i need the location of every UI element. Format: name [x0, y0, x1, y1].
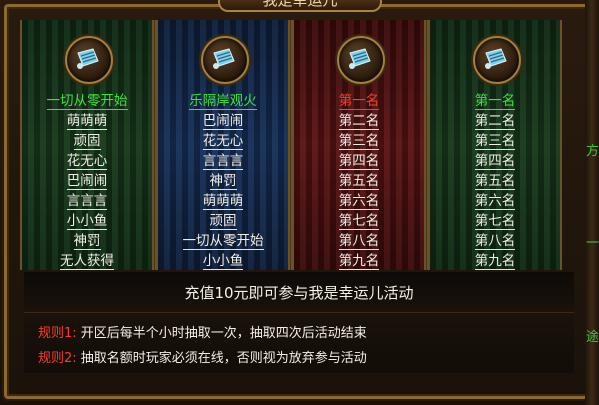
scroll-medal-icon: [337, 36, 385, 84]
rule-label: 规则1:: [38, 326, 77, 341]
list-item[interactable]: 第三名: [430, 132, 560, 152]
list-item[interactable]: 第一名: [294, 92, 424, 112]
list-item[interactable]: 第六名: [430, 192, 560, 212]
list-item[interactable]: 一切从零开始: [158, 232, 288, 252]
list-item[interactable]: 小小鱼: [22, 212, 152, 232]
name-list: 乐隔岸观火 巴闹闹 花无心 言言言 神罚 萌萌萌 顽固 一切从零开始 小小鱼: [158, 92, 288, 272]
list-item[interactable]: 第七名: [294, 212, 424, 232]
lucky-draw-window: 我是幸运儿 方 一 途 一切从零开始 萌萌萌 顽固 花无心 巴闹闹 言言言 小小…: [0, 0, 599, 405]
rules-panel: 规则1: 开区后每半个小时抽取一次，抽取四次后活动结束 规则2: 抽取名额时玩家…: [24, 312, 574, 373]
list-item[interactable]: 无人获得: [22, 252, 152, 272]
rank-list: 第一名 第二名 第三名 第四名 第五名 第六名 第七名 第八名 第九名: [430, 92, 560, 272]
list-item[interactable]: 花无心: [158, 132, 288, 152]
column-1: 一切从零开始 萌萌萌 顽固 花无心 巴闹闹 言言言 小小鱼 神罚 无人获得: [20, 20, 154, 270]
list-item[interactable]: 第二名: [294, 112, 424, 132]
scroll-medal-icon: [473, 36, 521, 84]
list-item[interactable]: 花无心: [22, 152, 152, 172]
list-item[interactable]: 第四名: [294, 152, 424, 172]
column-2: 乐隔岸观火 巴闹闹 花无心 言言言 神罚 萌萌萌 顽固 一切从零开始 小小鱼: [156, 20, 290, 270]
list-item[interactable]: 第一名: [430, 92, 560, 112]
list-item[interactable]: 第八名: [294, 232, 424, 252]
list-item[interactable]: 第三名: [294, 132, 424, 152]
list-item[interactable]: 巴闹闹: [158, 112, 288, 132]
list-item[interactable]: 言言言: [158, 152, 288, 172]
rule-2: 规则2: 抽取名额时玩家必须在线，否则视为放弃参与活动: [38, 347, 367, 366]
column-4: 第一名 第二名 第三名 第四名 第五名 第六名 第七名 第八名 第九名: [428, 20, 562, 270]
rule-1: 规则1: 开区后每半个小时抽取一次，抽取四次后活动结束: [38, 322, 367, 341]
list-item[interactable]: 第五名: [294, 172, 424, 192]
scroll-medal-icon: [65, 36, 113, 84]
list-item[interactable]: 言言言: [22, 192, 152, 212]
list-item[interactable]: 第四名: [430, 152, 560, 172]
list-item[interactable]: 巴闹闹: [22, 172, 152, 192]
list-item[interactable]: 第七名: [430, 212, 560, 232]
list-item[interactable]: 第九名: [430, 252, 560, 272]
scroll-medal-icon: [201, 36, 249, 84]
edge-text-fragment: 方: [586, 144, 599, 159]
list-item[interactable]: 顽固: [158, 212, 288, 232]
rule-label: 规则2:: [38, 351, 77, 366]
list-item[interactable]: 第五名: [430, 172, 560, 192]
activity-banner: 充值10元即可参与我是幸运儿活动: [24, 272, 574, 312]
list-item[interactable]: 乐隔岸观火: [158, 92, 288, 112]
rule-text: 抽取名额时玩家必须在线，否则视为放弃参与活动: [80, 351, 367, 366]
edge-text-fragment: 途: [586, 330, 599, 345]
rank-list: 第一名 第二名 第三名 第四名 第五名 第六名 第七名 第八名 第九名: [294, 92, 424, 272]
list-item[interactable]: 神罚: [22, 232, 152, 252]
edge-text-fragment: 一: [586, 236, 599, 251]
list-item[interactable]: 第九名: [294, 252, 424, 272]
list-item[interactable]: 小小鱼: [158, 252, 288, 272]
column-3: 第一名 第二名 第三名 第四名 第五名 第六名 第七名 第八名 第九名: [292, 20, 426, 270]
list-item[interactable]: 萌萌萌: [158, 192, 288, 212]
list-item[interactable]: 神罚: [158, 172, 288, 192]
list-item[interactable]: 顽固: [22, 132, 152, 152]
list-item[interactable]: 第八名: [430, 232, 560, 252]
rule-text: 开区后每半个小时抽取一次，抽取四次后活动结束: [80, 326, 367, 341]
window-title: 我是幸运儿: [218, 0, 382, 12]
list-item[interactable]: 一切从零开始: [22, 92, 152, 112]
list-item[interactable]: 第二名: [430, 112, 560, 132]
list-item[interactable]: 第六名: [294, 192, 424, 212]
list-item[interactable]: 萌萌萌: [22, 112, 152, 132]
name-list: 一切从零开始 萌萌萌 顽固 花无心 巴闹闹 言言言 小小鱼 神罚 无人获得: [22, 92, 152, 272]
